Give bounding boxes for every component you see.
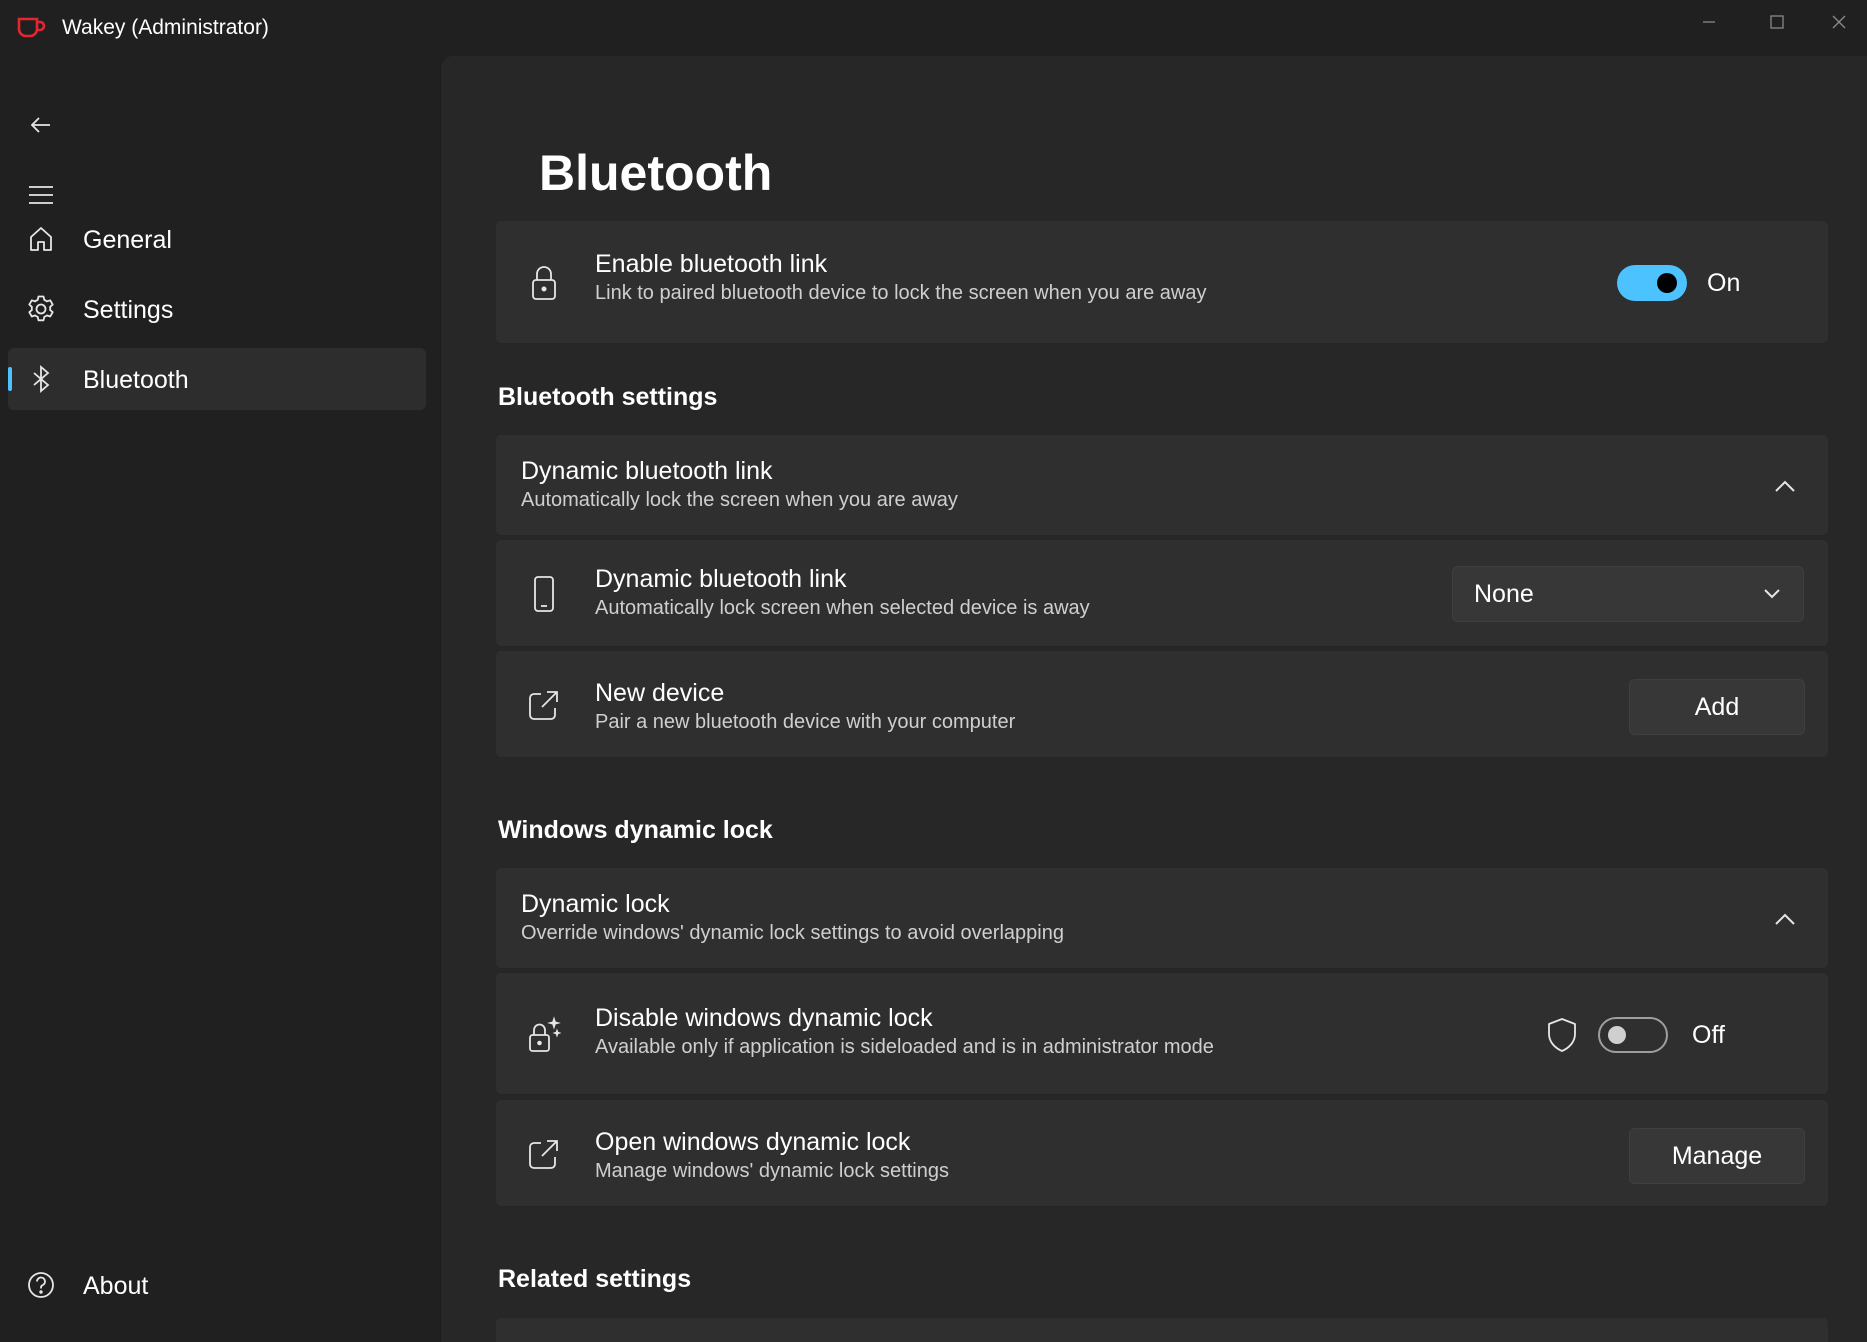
wakey-logo-icon: [16, 15, 46, 39]
selection-indicator: [8, 367, 12, 391]
open-dynamic-lock-row: Open windows dynamic lock Manage windows…: [495, 1099, 1829, 1207]
chevron-down-icon: [1763, 586, 1781, 604]
enable-bluetooth-toggle[interactable]: [1617, 265, 1687, 301]
sidebar-item-general[interactable]: General: [8, 208, 426, 270]
toggle-state-label: Off: [1692, 1021, 1725, 1049]
row-title: Dynamic bluetooth link: [595, 565, 847, 593]
section-header-bluetooth-settings: Bluetooth settings: [498, 383, 718, 411]
expander-description: Automatically lock the screen when you a…: [521, 489, 958, 511]
maximize-button[interactable]: [1743, 0, 1811, 44]
card-description: Link to paired bluetooth device to lock …: [595, 282, 1207, 304]
bluetooth-icon: [26, 364, 56, 394]
app-window: Wakey (Administrator) General Settings B…: [0, 0, 1867, 1342]
sidebar-item-settings[interactable]: Settings: [8, 278, 426, 340]
toggle-state-label: On: [1707, 269, 1741, 297]
section-header-windows-dynamic-lock: Windows dynamic lock: [498, 816, 773, 844]
row-description: Automatically lock screen when selected …: [595, 597, 1090, 619]
sidebar-item-label: Bluetooth: [83, 366, 189, 394]
manage-dynamic-lock-button[interactable]: Manage: [1629, 1128, 1805, 1184]
disable-dynamic-lock-toggle[interactable]: [1598, 1017, 1668, 1053]
navigation-pane: General Settings Bluetooth About: [0, 56, 440, 1342]
page-title: Bluetooth: [539, 145, 773, 201]
toggle-knob: [1608, 1026, 1626, 1044]
close-button[interactable]: [1811, 0, 1867, 44]
related-settings-card[interactable]: [495, 1317, 1829, 1342]
expander-title: Dynamic bluetooth link: [521, 457, 773, 485]
lock-icon: [524, 263, 564, 303]
toggle-knob: [1657, 273, 1677, 293]
dynamic-bluetooth-device-row: Dynamic bluetooth link Automatically loc…: [495, 539, 1829, 647]
row-title: Open windows dynamic lock: [595, 1128, 911, 1156]
sidebar-item-label: Settings: [83, 296, 174, 324]
device-select-dropdown[interactable]: None: [1452, 566, 1804, 622]
back-button[interactable]: [12, 96, 70, 154]
sidebar-item-about[interactable]: About: [8, 1254, 426, 1316]
hamburger-menu-icon: [29, 186, 53, 204]
sidebar-item-label: General: [83, 226, 172, 254]
title-bar: Wakey (Administrator): [0, 0, 1867, 56]
external-link-icon: [524, 685, 564, 725]
sidebar-item-label: About: [83, 1272, 149, 1300]
row-description: Pair a new bluetooth device with your co…: [595, 711, 1016, 733]
expander-description: Override windows' dynamic lock settings …: [521, 922, 1064, 944]
external-link-icon: [524, 1134, 564, 1174]
chevron-up-icon[interactable]: [1770, 904, 1800, 934]
card-title: Enable bluetooth link: [595, 250, 828, 278]
add-device-button[interactable]: Add: [1629, 679, 1805, 735]
home-icon: [26, 224, 56, 254]
chevron-up-icon[interactable]: [1770, 471, 1800, 501]
dropdown-value: None: [1474, 580, 1534, 608]
lock-sparkle-icon: [524, 1015, 564, 1055]
back-arrow-icon: [30, 117, 50, 133]
minimize-button[interactable]: [1675, 0, 1743, 44]
dynamic-bluetooth-expander[interactable]: Dynamic bluetooth link Automatically loc…: [495, 434, 1829, 536]
help-circle-icon: [26, 1270, 56, 1300]
row-description: Manage windows' dynamic lock settings: [595, 1160, 949, 1182]
main-content: Bluetooth Enable bluetooth link Link to …: [440, 56, 1867, 1342]
expander-title: Dynamic lock: [521, 890, 670, 918]
gear-icon: [26, 294, 56, 324]
row-description: Available only if application is sideloa…: [595, 1036, 1214, 1058]
shield-icon: [1544, 1016, 1580, 1052]
row-title: Disable windows dynamic lock: [595, 1004, 933, 1032]
sidebar-item-bluetooth[interactable]: Bluetooth: [8, 348, 426, 410]
enable-bluetooth-card: Enable bluetooth link Link to paired blu…: [495, 220, 1829, 344]
window-title: Wakey (Administrator): [62, 16, 269, 39]
section-header-related-settings: Related settings: [498, 1265, 692, 1293]
dynamic-lock-expander[interactable]: Dynamic lock Override windows' dynamic l…: [495, 867, 1829, 969]
new-device-row: New device Pair a new bluetooth device w…: [495, 650, 1829, 758]
row-title: New device: [595, 679, 725, 707]
phone-icon: [524, 574, 564, 614]
disable-dynamic-lock-row: Disable windows dynamic lock Available o…: [495, 972, 1829, 1095]
